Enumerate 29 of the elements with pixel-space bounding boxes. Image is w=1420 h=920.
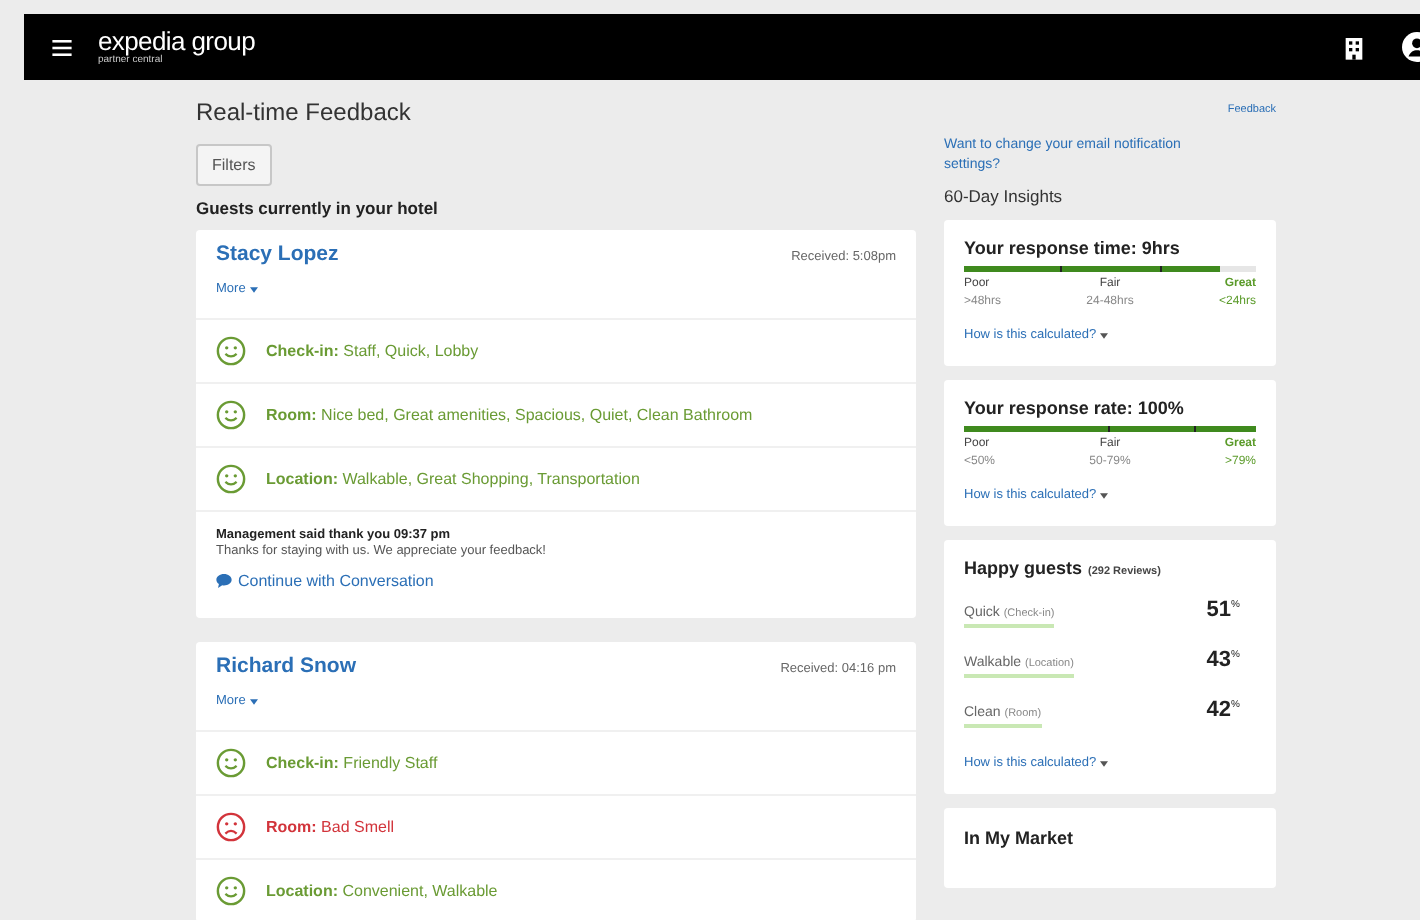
guest-name[interactable]: Stacy Lopez [216, 242, 339, 266]
happy-percent: 42$^{%}$ [1206, 697, 1240, 722]
happy-guests-title: Happy guests [964, 558, 1083, 579]
caret-icon[interactable] [249, 285, 258, 293]
logo[interactable]: expedia group [98, 28, 255, 54]
guest-name[interactable]: Richard Snow [216, 654, 357, 678]
caret-icon[interactable] [249, 697, 258, 705]
caret-icon[interactable] [1100, 331, 1109, 340]
feedback-text: Room: Nice bed, Great amenities, Spacious, Quiet, Clean Bathroom [266, 406, 753, 424]
building-icon[interactable] [1344, 35, 1364, 59]
section-heading: Guests currently in your hotel [196, 198, 440, 218]
filters-button[interactable]: Filters [196, 144, 272, 186]
caret-icon[interactable] [1100, 759, 1109, 768]
feedback-text: Room: Bad Smell [266, 818, 395, 836]
metric-title: Your response rate: 100% [964, 398, 1186, 419]
caret-icon[interactable] [1100, 491, 1109, 500]
conversation-link[interactable]: Continue with Conversation [238, 572, 434, 590]
happy-percent: 43$^{%}$ [1206, 647, 1240, 672]
feedback-text: Check-in: Friendly Staff [266, 754, 438, 772]
chat-bubble-icon[interactable] [216, 574, 232, 588]
page-title: Real-time Feedback [196, 98, 413, 126]
menu-icon[interactable] [52, 39, 72, 55]
feedback-text: Location: Convenient, Walkable [266, 882, 498, 900]
metric-title: Your response time: 9hrs [964, 238, 1182, 259]
feedback-text: Check-in: Staff, Quick, Lobby [266, 342, 479, 360]
happy-percent: 51$^{%}$ [1206, 597, 1240, 622]
insights-heading: 60-Day Insights [944, 186, 1065, 207]
market-title: In My Market [964, 828, 1076, 849]
feedback-text: Location: Walkable, Great Shopping, Transportation [266, 470, 640, 488]
